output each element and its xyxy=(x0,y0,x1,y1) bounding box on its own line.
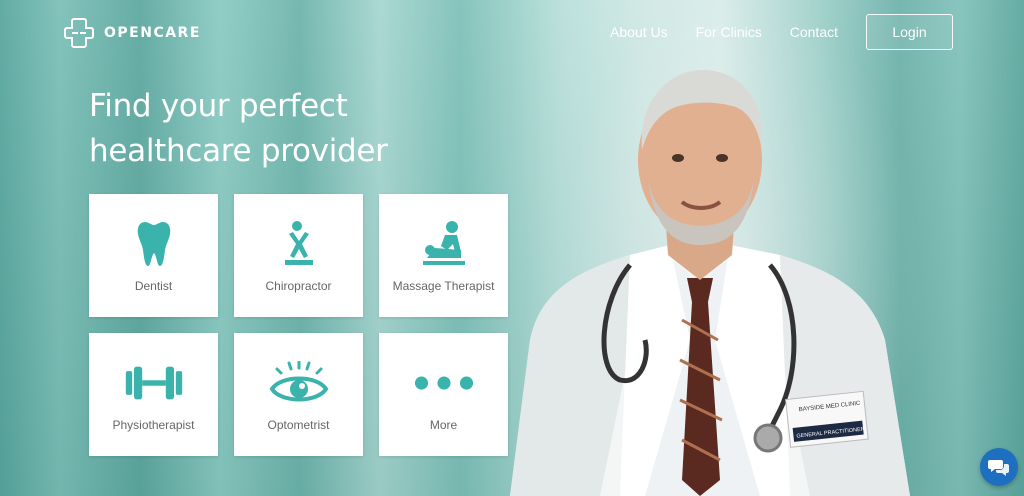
nav-contact[interactable]: Contact xyxy=(790,24,838,40)
dumbbell-icon xyxy=(124,358,184,408)
hero-headline: Find your perfect healthcare provider xyxy=(89,84,449,174)
doctor-photo: BAYSIDE MED CLINIC GENERAL PRACTITIONER xyxy=(510,70,910,496)
headline-line-1: Find your perfect xyxy=(89,88,348,124)
logo-cross-icon xyxy=(64,18,94,48)
more-dots-icon xyxy=(414,358,474,408)
category-card-chiropractor[interactable]: Chiropractor xyxy=(234,194,363,317)
chat-icon xyxy=(988,460,1009,476)
massage-icon xyxy=(414,219,474,269)
category-label: Chiropractor xyxy=(265,279,332,293)
category-label: Physiotherapist xyxy=(112,418,195,432)
nav-about-us[interactable]: About Us xyxy=(610,24,668,40)
chiropractor-icon xyxy=(269,219,329,269)
category-card-optometrist[interactable]: Optometrist xyxy=(234,333,363,456)
headline-line-2: healthcare provider xyxy=(89,133,388,169)
eye-icon xyxy=(269,358,329,408)
chat-button[interactable] xyxy=(980,448,1018,486)
category-card-dentist[interactable]: Dentist xyxy=(89,194,218,317)
category-label: Optometrist xyxy=(267,418,330,432)
nav-for-clinics[interactable]: For Clinics xyxy=(696,24,762,40)
logo[interactable]: OPENCARE xyxy=(62,16,201,50)
category-label: Dentist xyxy=(134,279,173,293)
category-card-physiotherapist[interactable]: Physiotherapist xyxy=(89,333,218,456)
tooth-icon xyxy=(124,219,184,269)
category-label: More xyxy=(429,418,458,432)
logo-text: OPENCARE xyxy=(104,25,201,41)
